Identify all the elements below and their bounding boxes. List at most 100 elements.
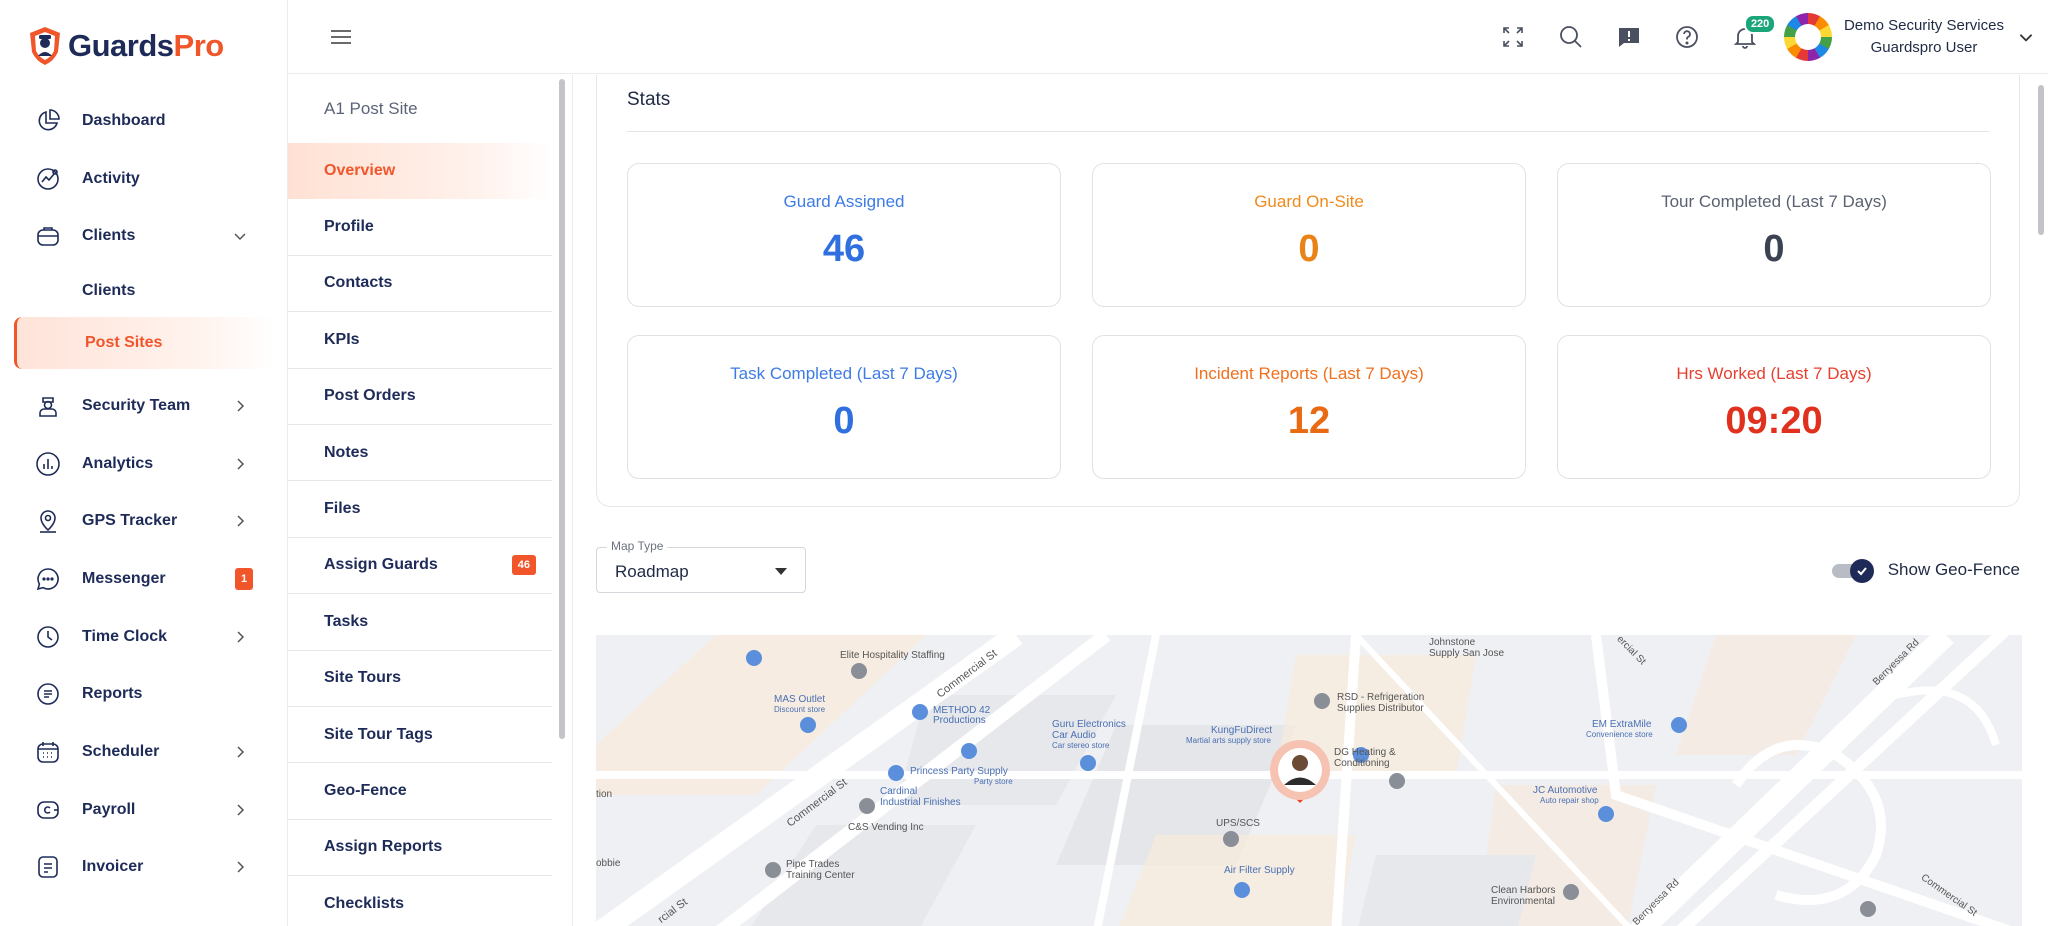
feedback-button[interactable] bbox=[1600, 17, 1658, 57]
map-label: Environmental bbox=[1491, 896, 1555, 907]
user-menu-toggle[interactable] bbox=[2004, 17, 2048, 57]
stat-card-tour-completed[interactable]: Tour Completed (Last 7 Days) 0 bbox=[1557, 163, 1991, 307]
stat-card-task-completed[interactable]: Task Completed (Last 7 Days) 0 bbox=[627, 335, 1061, 479]
map-label: Princess Party Supply bbox=[910, 766, 1008, 777]
tab-contacts[interactable]: Contacts bbox=[288, 256, 552, 313]
stat-value: 0 bbox=[1298, 228, 1320, 270]
map-label: Party store bbox=[974, 777, 1013, 786]
chevron-right-icon[interactable] bbox=[232, 744, 248, 760]
chevron-down-icon[interactable] bbox=[232, 228, 248, 244]
assigned-guards-badge: 46 bbox=[511, 555, 536, 576]
search-icon bbox=[1560, 26, 1582, 48]
sidebar-item-security-team[interactable]: Security Team bbox=[0, 377, 288, 435]
tab-tasks[interactable]: Tasks bbox=[288, 594, 552, 651]
clock-icon bbox=[34, 623, 62, 651]
tab-site-tours[interactable]: Site Tours bbox=[288, 651, 552, 707]
tab-geo-fence[interactable]: Geo-Fence bbox=[288, 763, 552, 820]
tab-kpis[interactable]: KPIs bbox=[288, 312, 552, 369]
search-button[interactable] bbox=[1542, 17, 1600, 57]
stat-value: 12 bbox=[1287, 400, 1331, 442]
hamburger-menu-icon[interactable] bbox=[328, 24, 354, 50]
map-type-value: Roadmap bbox=[615, 562, 689, 581]
chat-bubble-icon bbox=[34, 565, 62, 593]
sidebar-subitem-post-sites[interactable]: Post Sites bbox=[14, 317, 276, 370]
map-label: RSD - Refrigeration bbox=[1337, 692, 1425, 703]
map-canvas bbox=[596, 635, 2022, 926]
submenu-scrollbar[interactable] bbox=[559, 79, 565, 739]
sidebar-item-payroll[interactable]: Payroll bbox=[0, 781, 288, 839]
geofence-toggle[interactable] bbox=[1831, 559, 1874, 583]
tab-profile[interactable]: Profile bbox=[288, 199, 552, 256]
map-type-label: Map Type bbox=[607, 539, 668, 553]
brand-logo[interactable]: GuardsPro bbox=[28, 26, 224, 66]
sidebar-subitem-clients[interactable]: Clients bbox=[0, 265, 288, 317]
stat-label: Guard Assigned bbox=[783, 192, 905, 211]
fullscreen-button[interactable] bbox=[1484, 17, 1542, 57]
stat-label: Incident Reports (Last 7 Days) bbox=[1194, 364, 1424, 383]
stat-card-hrs-worked[interactable]: Hrs Worked (Last 7 Days) 09:20 bbox=[1557, 335, 1991, 479]
user-avatar[interactable] bbox=[1783, 13, 1832, 61]
messenger-unread-badge: 1 bbox=[235, 567, 253, 590]
tab-checklists[interactable]: Checklists bbox=[288, 876, 552, 926]
map-label: Conditioning bbox=[1334, 758, 1390, 769]
brand-name: GuardsPro bbox=[68, 28, 224, 63]
tab-files[interactable]: Files bbox=[288, 481, 552, 538]
map-type-select[interactable]: Map Type Roadmap bbox=[596, 539, 806, 593]
stats-title: Stats bbox=[627, 89, 671, 110]
chevron-right-icon[interactable] bbox=[232, 859, 248, 875]
stat-value: 0 bbox=[833, 400, 855, 442]
chevron-right-icon[interactable] bbox=[232, 456, 248, 472]
site-map[interactable]: Elite Hospitality Staffing Commercial St… bbox=[596, 635, 2022, 926]
invoice-icon bbox=[34, 853, 62, 881]
map-label: Martial arts supply store bbox=[1186, 736, 1271, 745]
sidebar-item-clients[interactable]: Clients bbox=[0, 207, 288, 265]
help-icon bbox=[1676, 26, 1698, 48]
stat-value: 09:20 bbox=[1725, 400, 1823, 442]
map-label: Auto repair shop bbox=[1540, 796, 1599, 805]
stat-card-incident-reports[interactable]: Incident Reports (Last 7 Days) 12 bbox=[1092, 335, 1526, 479]
chevron-right-icon[interactable] bbox=[232, 802, 248, 818]
stat-label: Task Completed (Last 7 Days) bbox=[730, 364, 958, 383]
pie-chart-icon bbox=[34, 107, 62, 135]
tab-overview[interactable]: Overview bbox=[288, 143, 552, 200]
geofence-toggle-group: Show Geo-Fence bbox=[1831, 559, 2020, 583]
post-site-menu: A1 Post Site Overview Profile Contacts K… bbox=[288, 75, 573, 926]
user-info[interactable]: Demo Security Services Guardspro User bbox=[1844, 15, 2004, 59]
sidebar-item-messenger[interactable]: Messenger 1 bbox=[0, 550, 288, 608]
chevron-right-icon[interactable] bbox=[232, 513, 248, 529]
map-label: Air Filter Supply bbox=[1224, 865, 1295, 876]
chevron-right-icon[interactable] bbox=[232, 398, 248, 414]
fullscreen-icon bbox=[1503, 27, 1523, 47]
calendar-icon bbox=[34, 738, 62, 766]
dropdown-caret-icon bbox=[775, 568, 787, 575]
header-actions: 220 Demo Security Services Guardspro Use… bbox=[1484, 0, 2048, 74]
stat-card-guard-on-site[interactable]: Guard On-Site 0 bbox=[1092, 163, 1526, 307]
sidebar-item-gps-tracker[interactable]: GPS Tracker bbox=[0, 492, 288, 550]
tab-post-orders[interactable]: Post Orders bbox=[288, 369, 552, 425]
page-scrollbar-thumb[interactable] bbox=[2038, 85, 2044, 235]
sidebar-item-analytics[interactable]: Analytics bbox=[0, 435, 288, 493]
notifications-button[interactable]: 220 bbox=[1716, 14, 1777, 57]
sidebar-item-reports[interactable]: Reports bbox=[0, 666, 288, 724]
stat-card-guard-assigned[interactable]: Guard Assigned 46 bbox=[627, 163, 1061, 307]
guard-icon bbox=[34, 392, 62, 420]
help-button[interactable] bbox=[1658, 17, 1716, 57]
chevron-right-icon[interactable] bbox=[232, 629, 248, 645]
tab-notes[interactable]: Notes bbox=[288, 425, 552, 482]
stats-panel: Stats Guard Assigned 46 Guard On-Site 0 … bbox=[596, 75, 2020, 507]
map-label: Car Audio bbox=[1052, 730, 1096, 741]
tab-assign-guards[interactable]: Assign Guards 46 bbox=[288, 538, 552, 595]
sidebar-item-activity[interactable]: Activity bbox=[0, 150, 288, 208]
tab-site-tour-tags[interactable]: Site Tour Tags bbox=[288, 707, 552, 764]
stat-label: Hrs Worked (Last 7 Days) bbox=[1676, 364, 1872, 383]
map-label: Convenience store bbox=[1586, 730, 1653, 739]
sidebar-item-invoicer[interactable]: Invoicer bbox=[0, 839, 288, 897]
page-scrollbar[interactable] bbox=[2034, 75, 2048, 926]
sidebar-item-scheduler[interactable]: Scheduler bbox=[0, 723, 288, 781]
tab-assign-reports[interactable]: Assign Reports bbox=[288, 820, 552, 877]
stat-label: Guard On-Site bbox=[1254, 192, 1364, 211]
sidebar-item-dashboard[interactable]: Dashboard bbox=[0, 92, 288, 150]
map-label: Guru Electronics bbox=[1052, 719, 1126, 730]
tab-assign-guards-label: Assign Guards bbox=[324, 556, 438, 574]
sidebar-item-time-clock[interactable]: Time Clock bbox=[0, 608, 288, 666]
